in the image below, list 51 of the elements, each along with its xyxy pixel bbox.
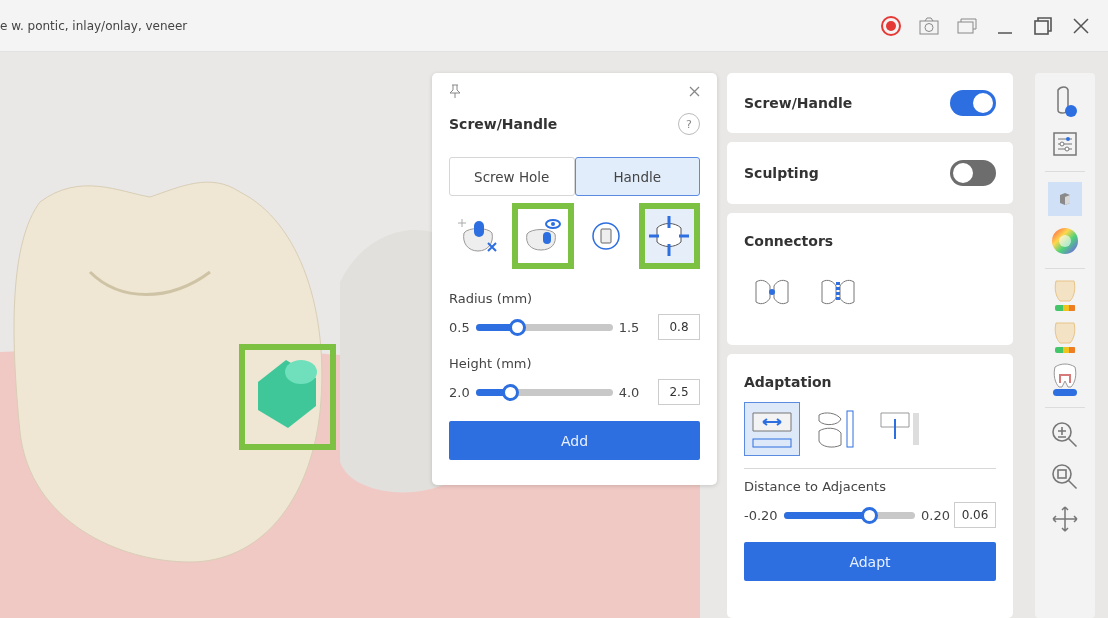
add-button[interactable]: Add	[449, 421, 700, 460]
slider-track[interactable]	[475, 383, 613, 401]
toolbar-button[interactable]	[1048, 182, 1082, 216]
slider-track[interactable]	[783, 506, 916, 524]
section-title: Adaptation	[744, 374, 833, 390]
tab[interactable]: Screw Hole	[449, 157, 575, 196]
section-title: Connectors	[744, 233, 835, 249]
slider-min: -0.20	[744, 507, 778, 523]
help-button[interactable]: ?	[678, 113, 700, 135]
slider-max: 1.5	[618, 319, 640, 335]
slider-track[interactable]	[475, 318, 613, 336]
settings-icon	[1052, 131, 1078, 157]
toggle-switch[interactable]	[950, 90, 996, 116]
panel-title: Screw/Handle	[449, 116, 558, 132]
slider-min: 0.5	[449, 319, 470, 335]
move-arrows-icon	[647, 214, 692, 258]
slider-max: 4.0	[618, 384, 640, 400]
toggle-switch[interactable]	[950, 160, 996, 186]
value-field[interactable]: 0.06	[954, 502, 996, 528]
value-field[interactable]: 0.8	[658, 314, 700, 340]
pin-icon[interactable]	[449, 84, 461, 98]
tool-button[interactable]	[638, 203, 700, 269]
slider-label: Radius (mm)	[449, 291, 534, 306]
window-title: e w. pontic, inlay/onlay, veneer	[0, 18, 189, 33]
handle-drawing	[258, 360, 317, 428]
slider-label: Distance to Adjacents	[744, 479, 887, 494]
tab[interactable]: Handle	[574, 157, 700, 196]
slider-thumb[interactable]	[861, 506, 879, 524]
zoom-in-icon	[1051, 421, 1079, 449]
close-icon[interactable]	[1072, 16, 1090, 35]
connector-icon	[752, 278, 792, 306]
adaptation-button[interactable]	[744, 402, 800, 456]
value-field[interactable]: 2.5	[658, 379, 700, 405]
camera-icon[interactable]	[919, 16, 939, 35]
connector-icon	[818, 278, 858, 306]
move-icon	[1051, 505, 1079, 533]
section-title: Sculpting	[744, 165, 819, 181]
screenshot-icon[interactable]	[957, 17, 977, 34]
close-icon[interactable]	[689, 85, 700, 97]
color-wheel-icon	[1051, 227, 1079, 255]
cube-icon	[1058, 192, 1072, 206]
slider-min: 2.0	[449, 384, 470, 400]
slider-max: 0.20	[921, 507, 950, 523]
slider-thumb[interactable]	[501, 383, 519, 401]
adapt-button[interactable]: Adapt	[744, 542, 996, 581]
maximize-icon[interactable]	[1033, 15, 1053, 36]
tool-button[interactable]	[512, 203, 574, 269]
zoom-fit-icon	[1051, 463, 1079, 491]
slider-thumb[interactable]	[508, 318, 526, 336]
section-title: Screw/Handle	[744, 95, 853, 111]
slider-label: Height (mm)	[449, 356, 533, 371]
